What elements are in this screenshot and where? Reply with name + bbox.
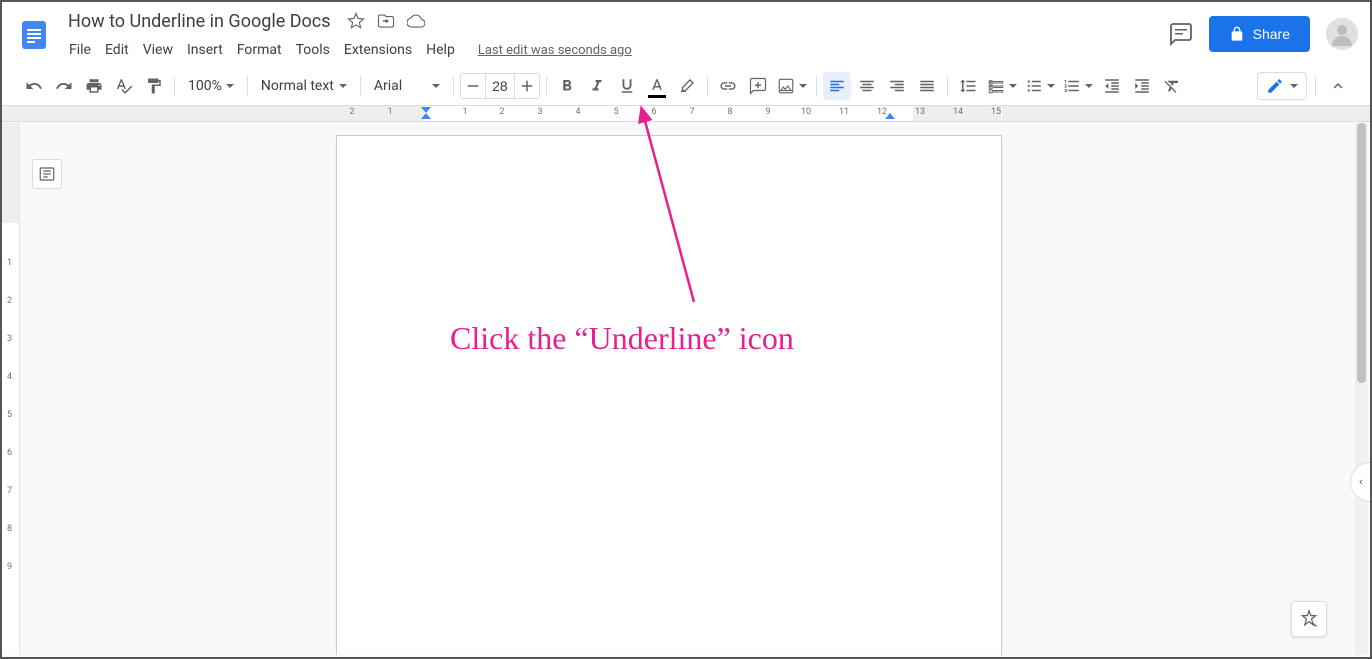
vertical-scrollbar[interactable] bbox=[1355, 123, 1368, 655]
last-edit-link[interactable]: Last edit was seconds ago bbox=[478, 43, 632, 58]
cloud-icon[interactable] bbox=[407, 12, 425, 30]
comment-history-icon[interactable] bbox=[1169, 22, 1193, 46]
chevron-left-icon bbox=[1356, 477, 1366, 487]
underline-button[interactable] bbox=[613, 72, 641, 100]
share-button[interactable]: Share bbox=[1209, 16, 1310, 52]
menu-tools[interactable]: Tools bbox=[289, 38, 337, 62]
insert-image-dropdown[interactable] bbox=[774, 72, 810, 100]
font-size-group bbox=[460, 73, 540, 99]
bulleted-list-dropdown[interactable] bbox=[1022, 72, 1058, 100]
editing-mode-dropdown[interactable] bbox=[1257, 72, 1307, 100]
title-row: How to Underline in Google Docs bbox=[62, 10, 1169, 32]
undo-button[interactable] bbox=[20, 72, 48, 100]
doc-title[interactable]: How to Underline in Google Docs bbox=[62, 9, 337, 34]
increase-indent-button[interactable] bbox=[1128, 72, 1156, 100]
menu-format[interactable]: Format bbox=[230, 38, 289, 62]
menu-view[interactable]: View bbox=[136, 38, 180, 62]
paragraph-style-dropdown[interactable]: Normal text bbox=[254, 72, 354, 100]
header-bar: How to Underline in Google Docs File Edi… bbox=[2, 2, 1370, 66]
outline-toggle-button[interactable] bbox=[32, 159, 62, 189]
print-button[interactable] bbox=[80, 72, 108, 100]
bold-button[interactable] bbox=[553, 72, 581, 100]
paint-format-button[interactable] bbox=[140, 72, 168, 100]
right-indent-marker[interactable] bbox=[884, 112, 896, 122]
lock-icon bbox=[1229, 26, 1245, 42]
collapse-toolbar-button[interactable] bbox=[1324, 72, 1352, 100]
insert-link-button[interactable] bbox=[714, 72, 742, 100]
highlight-color-button[interactable] bbox=[673, 72, 701, 100]
decrease-indent-button[interactable] bbox=[1098, 72, 1126, 100]
vertical-ruler[interactable]: 1 2 3 4 5 6 7 8 9 bbox=[2, 123, 20, 655]
explore-button[interactable] bbox=[1291, 601, 1327, 637]
menu-file[interactable]: File bbox=[62, 38, 98, 62]
text-color-button[interactable] bbox=[643, 72, 671, 100]
align-center-button[interactable] bbox=[853, 72, 881, 100]
document-page[interactable] bbox=[336, 135, 1002, 655]
align-justify-button[interactable] bbox=[913, 72, 941, 100]
italic-button[interactable] bbox=[583, 72, 611, 100]
zoom-dropdown[interactable]: 100% bbox=[181, 72, 241, 100]
left-indent-marker[interactable] bbox=[420, 112, 432, 122]
checklist-dropdown[interactable] bbox=[984, 72, 1020, 100]
star-icon[interactable] bbox=[347, 12, 365, 30]
align-right-button[interactable] bbox=[883, 72, 911, 100]
title-area: How to Underline in Google Docs File Edi… bbox=[62, 10, 1169, 64]
pencil-icon bbox=[1266, 77, 1284, 95]
align-left-button[interactable] bbox=[823, 72, 851, 100]
redo-button[interactable] bbox=[50, 72, 78, 100]
menu-bar: File Edit View Insert Format Tools Exten… bbox=[62, 36, 1169, 64]
share-label: Share bbox=[1253, 26, 1290, 42]
scrollbar-thumb[interactable] bbox=[1357, 123, 1366, 383]
workspace: 1 2 3 4 5 6 7 8 9 bbox=[2, 123, 1357, 655]
move-icon[interactable] bbox=[377, 12, 395, 30]
menu-edit[interactable]: Edit bbox=[98, 38, 136, 62]
font-family-dropdown[interactable]: Arial bbox=[367, 72, 447, 100]
font-size-increase-button[interactable] bbox=[515, 74, 539, 98]
font-size-decrease-button[interactable] bbox=[461, 74, 485, 98]
clear-formatting-button[interactable] bbox=[1158, 72, 1186, 100]
spellcheck-button[interactable] bbox=[110, 72, 138, 100]
avatar[interactable] bbox=[1326, 18, 1358, 50]
horizontal-ruler[interactable]: 2 1 1 2 3 4 5 6 7 8 9 10 11 12 13 14 15 bbox=[2, 106, 1370, 122]
add-comment-button[interactable] bbox=[744, 72, 772, 100]
line-spacing-button[interactable] bbox=[954, 72, 982, 100]
numbered-list-dropdown[interactable] bbox=[1060, 72, 1096, 100]
menu-help[interactable]: Help bbox=[419, 38, 462, 62]
toolbar: 100% Normal text Arial bbox=[2, 66, 1370, 106]
font-size-input[interactable] bbox=[485, 74, 515, 98]
docs-logo[interactable] bbox=[14, 10, 54, 60]
menu-insert[interactable]: Insert bbox=[180, 38, 230, 62]
header-right: Share bbox=[1169, 10, 1358, 52]
menu-extensions[interactable]: Extensions bbox=[337, 38, 419, 62]
